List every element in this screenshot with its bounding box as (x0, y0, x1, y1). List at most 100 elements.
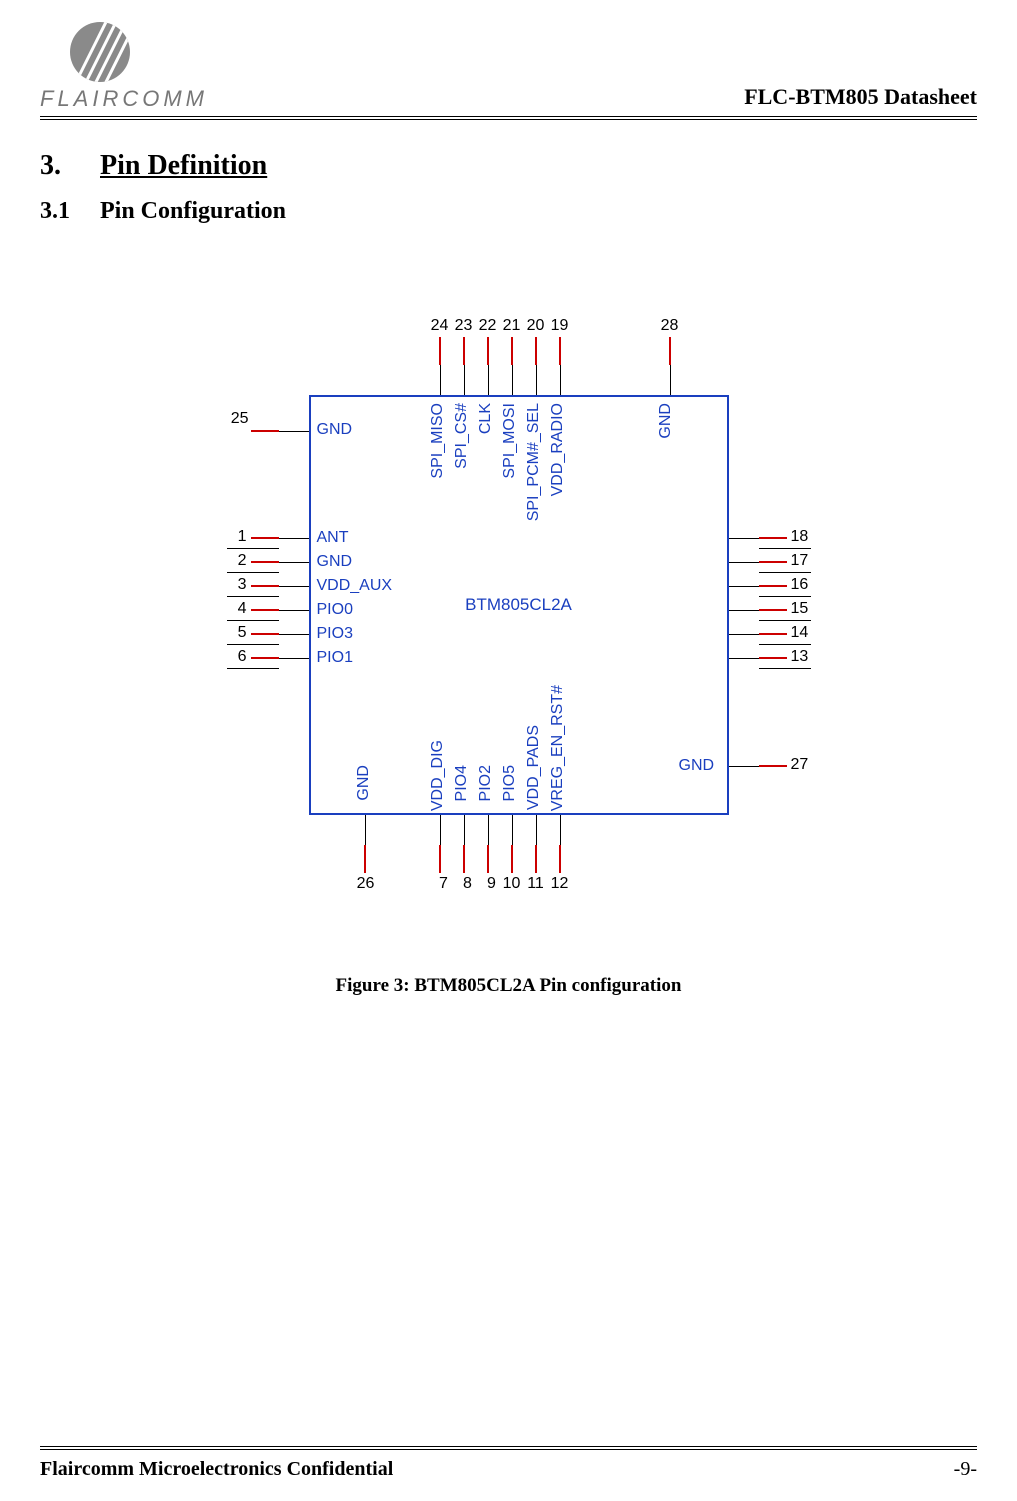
pin-label: SPI_CS# (453, 403, 471, 469)
pin-label: ANT (317, 529, 349, 547)
pin-label: VDD_IN (714, 649, 1017, 667)
pin-lead (559, 337, 561, 365)
pin-lead (511, 845, 513, 873)
pin-label: GND (657, 403, 675, 439)
pin-number: 6 (227, 648, 247, 666)
pin-lead-ext (464, 365, 465, 395)
pin-lead-ext (536, 815, 537, 845)
pin-underline (759, 668, 811, 669)
pin-lead (487, 337, 489, 365)
pin-lead-ext (488, 365, 489, 395)
pin-label: PIO2 (477, 765, 495, 801)
pin-label: UART_CTS (714, 529, 1017, 547)
pin-number: 4 (227, 600, 247, 618)
pin-underline (759, 572, 811, 573)
pin-lead-ext (560, 815, 561, 845)
section-heading: 3.Pin Definition (40, 150, 977, 182)
page-header: FLAIRCOMM FLC-BTM805 Datasheet (40, 20, 977, 120)
pin-label: VREG_OUT_HV (714, 625, 1017, 643)
pin-lead-ext (279, 610, 309, 611)
pin-number: 3 (227, 576, 247, 594)
pin-underline (227, 548, 279, 549)
pin-label: VDD_RADIO (549, 403, 567, 496)
pin-label: SPI_MISO (429, 403, 447, 479)
pin-lead (439, 845, 441, 873)
pin-lead-ext (440, 365, 441, 395)
pin-label: PIO0 (317, 601, 353, 619)
pin-underline (759, 644, 811, 645)
pin-label: SPI_PCM#_SEL (525, 403, 543, 521)
pin-lead (669, 337, 671, 365)
pin-underline (759, 620, 811, 621)
pin-number: 12 (545, 875, 575, 893)
pin-lead-ext (512, 815, 513, 845)
pin-lead (251, 633, 279, 635)
pin-lead (251, 430, 279, 432)
pin-lead-ext (365, 815, 366, 845)
pin-lead-ext (279, 431, 309, 432)
pin-label: UART_RX (714, 577, 1017, 595)
footer-page-number: -9- (954, 1458, 977, 1481)
footer-confidential: Flaircomm Microelectronics Confidential (40, 1458, 393, 1481)
pin-lead (463, 337, 465, 365)
subsection-text: Pin Configuration (100, 198, 286, 224)
figure-caption: Figure 3: BTM805CL2A Pin configuration (40, 975, 977, 997)
pin-lead-ext (670, 365, 671, 395)
pin-label: UART_TX (714, 601, 1017, 619)
pin-lead-ext (488, 815, 489, 845)
pin-lead-ext (279, 538, 309, 539)
pin-underline (759, 596, 811, 597)
pin-label: PIO3 (317, 625, 353, 643)
pin-lead-ext (536, 365, 537, 395)
pin-label: VREG_EN_RST# (549, 685, 567, 811)
pin-lead-ext (729, 766, 759, 767)
logo-text: FLAIRCOMM (40, 86, 208, 112)
section-number: 3. (40, 150, 100, 182)
pin-lead-ext (512, 365, 513, 395)
pin-lead-ext (279, 562, 309, 563)
pin-lead (439, 337, 441, 365)
pin-label: VDD_DIG (429, 740, 447, 811)
pin-lead (463, 845, 465, 873)
logo-icon (68, 20, 132, 84)
pin-label: PIO5 (501, 765, 519, 801)
pin-number: 25 (223, 410, 249, 428)
pin-lead (511, 337, 513, 365)
pin-lead (251, 657, 279, 659)
page: FLAIRCOMM FLC-BTM805 Datasheet 3.Pin Def… (0, 0, 1017, 1501)
logo-block: FLAIRCOMM (40, 20, 208, 112)
pin-label: UART_RTS (714, 553, 1017, 571)
pin-label: GND (317, 421, 353, 439)
pin-lead-ext (464, 815, 465, 845)
pin-underline (227, 620, 279, 621)
pin-label: PIO1 (317, 649, 353, 667)
pin-lead-ext (279, 586, 309, 587)
pin-number: 27 (791, 756, 809, 774)
pin-label: SPI_MOSI (501, 403, 519, 479)
pin-underline (227, 596, 279, 597)
pin-lead (251, 609, 279, 611)
pin-number: 2 (227, 552, 247, 570)
pin-number: 1 (227, 528, 247, 546)
pin-lead (559, 845, 561, 873)
pin-label: VDD_PADS (525, 725, 543, 810)
pin-label: PIO4 (453, 765, 471, 801)
pin-number: 5 (227, 624, 247, 642)
pin-lead-ext (440, 815, 441, 845)
pin-label: GND (355, 765, 373, 801)
pin-lead-ext (279, 634, 309, 635)
pin-lead (759, 765, 787, 767)
pin-lead (251, 537, 279, 539)
pin-lead (251, 561, 279, 563)
section-text: Pin Definition (100, 150, 267, 181)
pin-lead-ext (279, 658, 309, 659)
subsection-number: 3.1 (40, 198, 100, 225)
pin-lead-ext (560, 365, 561, 395)
pin-label: GND (679, 757, 715, 775)
pin-underline (227, 668, 279, 669)
pin-number: 19 (545, 317, 575, 335)
pin-underline (227, 644, 279, 645)
page-footer: Flaircomm Microelectronics Confidential … (40, 1446, 977, 1481)
pin-label: VDD_AUX (317, 577, 393, 595)
pin-number: 26 (351, 875, 381, 893)
